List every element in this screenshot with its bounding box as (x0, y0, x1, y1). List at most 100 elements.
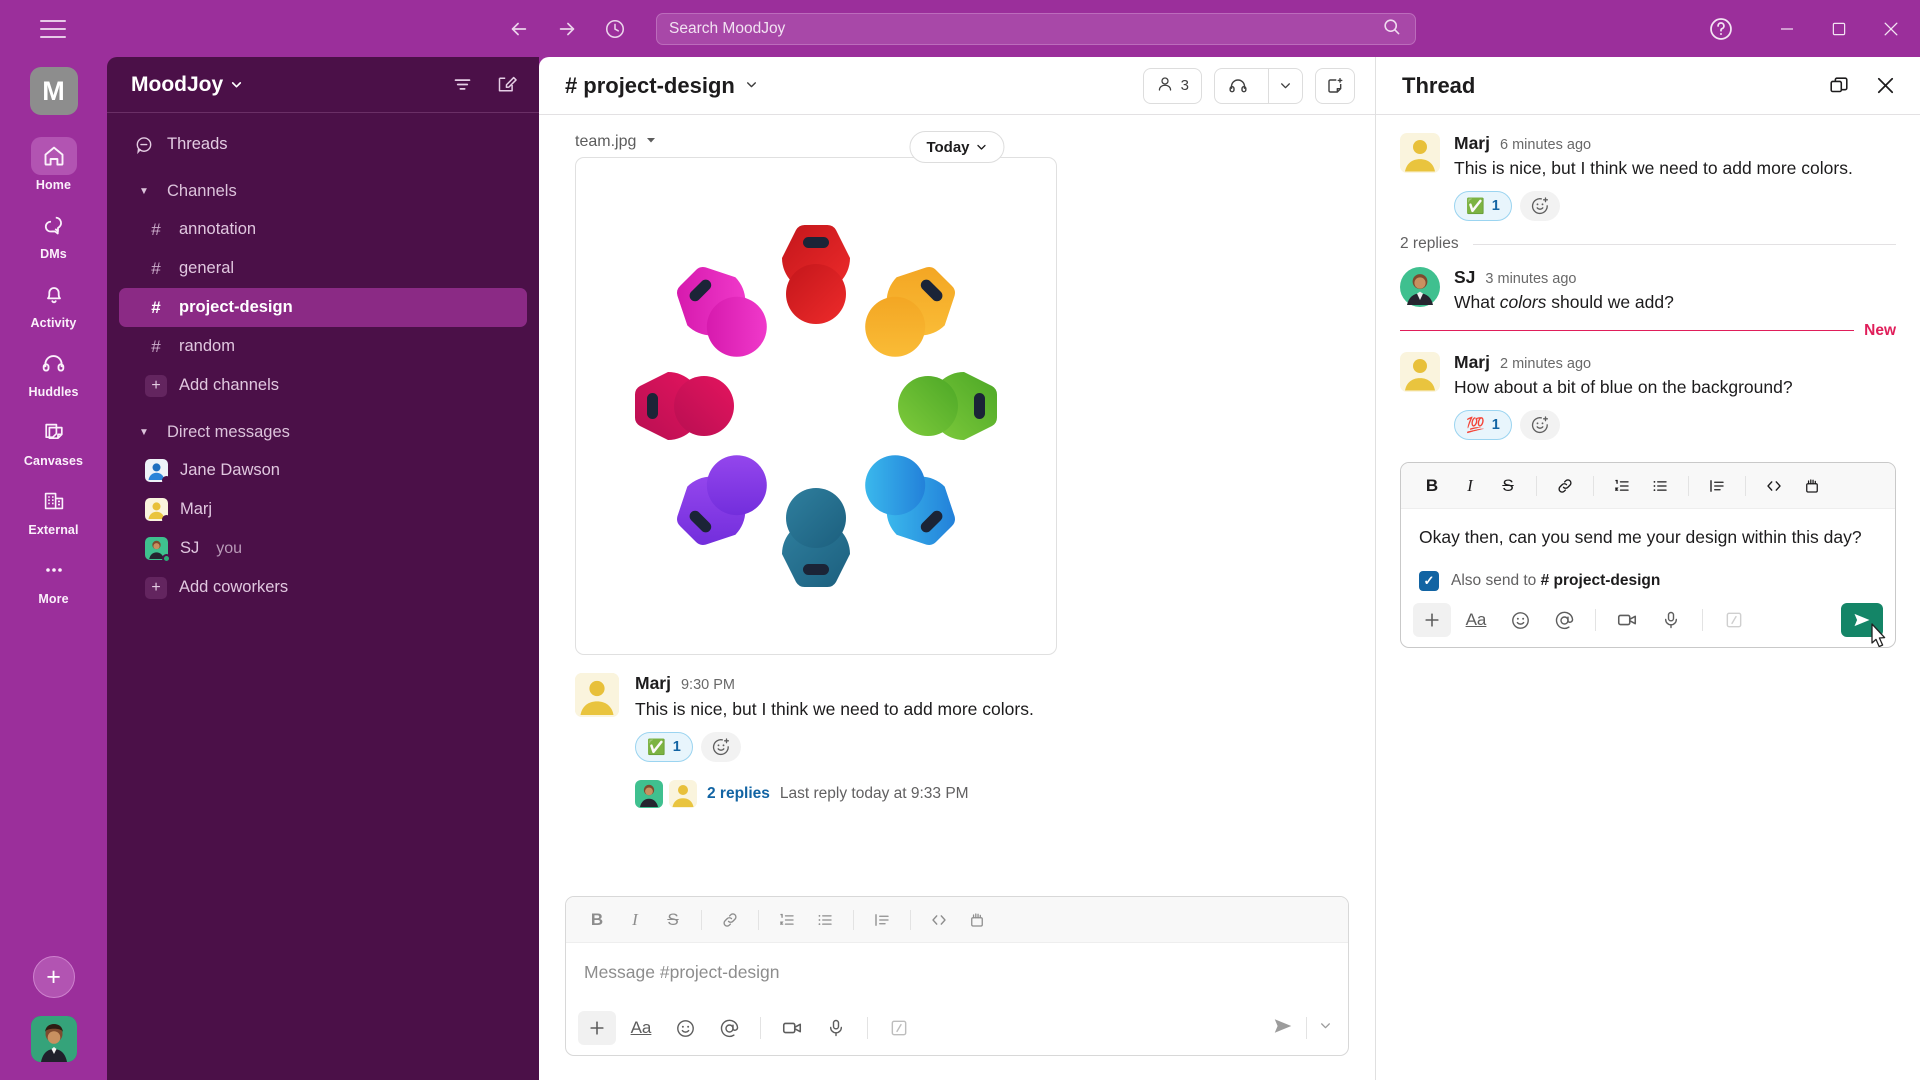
rail-item-huddles[interactable]: Huddles (15, 344, 93, 399)
help-circle-icon[interactable] (1698, 9, 1744, 49)
sidebar-item-marj[interactable]: Marj (119, 490, 527, 529)
add-canvas-icon[interactable] (1315, 67, 1355, 104)
message-list[interactable]: Today team.jpg Marj 9:30 PM This is nice… (539, 115, 1375, 890)
plus-icon[interactable] (578, 1011, 616, 1045)
maximize-icon[interactable] (1816, 9, 1862, 49)
sidebar-section-channels[interactable]: ▼ Channels (107, 172, 539, 210)
microphone-icon[interactable] (817, 1011, 855, 1045)
plus-icon[interactable] (1413, 603, 1451, 638)
add-reaction-icon[interactable] (700, 732, 741, 763)
rail-item-dms[interactable]: DMs (15, 206, 93, 261)
replies-count-label[interactable]: 2 replies (707, 785, 770, 803)
ordered-list-icon[interactable] (1605, 470, 1639, 502)
close-icon[interactable] (1868, 9, 1914, 49)
avatar[interactable] (1400, 133, 1440, 173)
also-send-checkbox[interactable]: ✓ (1419, 571, 1439, 592)
ordered-list-icon[interactable] (770, 904, 804, 936)
sidebar-section-direct-messages[interactable]: ▼ Direct messages (107, 413, 539, 451)
arrow-left-icon[interactable] (504, 14, 534, 44)
rail-item-canvases[interactable]: Canvases (15, 413, 93, 468)
minimize-icon[interactable] (1764, 9, 1810, 49)
send-button[interactable] (1841, 603, 1886, 648)
sidebar-item-add-coworkers[interactable]: + Add coworkers (119, 568, 527, 607)
video-icon[interactable] (1608, 603, 1646, 637)
thread-body[interactable]: Marj 6 minutes ago This is nice, but I t… (1376, 115, 1920, 1080)
new-item-button[interactable]: + (32, 956, 75, 998)
send-icon[interactable] (1272, 1015, 1294, 1042)
strikethrough-button[interactable]: S (656, 904, 690, 936)
workspace-switcher[interactable]: MoodJoy (131, 73, 243, 97)
avatar[interactable] (30, 1016, 77, 1062)
rail-item-activity[interactable]: Activity (15, 275, 93, 330)
blockquote-icon[interactable] (865, 904, 899, 936)
add-reaction-icon[interactable] (1519, 410, 1560, 441)
message-author[interactable]: Marj (1454, 352, 1490, 373)
chevron-down-icon[interactable] (1319, 1019, 1332, 1037)
at-icon[interactable] (710, 1011, 748, 1045)
bold-button[interactable]: B (580, 904, 614, 936)
sidebar-item-add-channels[interactable]: + Add channels (119, 366, 527, 405)
message-timestamp[interactable]: 9:30 PM (681, 677, 735, 693)
sidebar-item-general[interactable]: # general (119, 249, 527, 288)
also-send-row[interactable]: ✓ Also send to # project-design (1401, 567, 1895, 593)
code-icon[interactable] (1757, 470, 1791, 502)
rail-item-more[interactable]: More (15, 551, 93, 606)
rail-item-external[interactable]: External (15, 482, 93, 537)
sidebar-item-threads[interactable]: Threads (107, 125, 539, 164)
sidebar-scroll[interactable]: Threads ▼ Channels # annotation # genera… (107, 121, 539, 1080)
thread-message-input[interactable]: Okay then, can you send me your design w… (1401, 509, 1895, 567)
bulleted-list-icon[interactable] (1643, 470, 1677, 502)
chevron-down-icon[interactable] (1268, 68, 1302, 103)
message-author[interactable]: Marj (635, 673, 671, 694)
formatting-toggle[interactable]: Aa (1457, 603, 1495, 637)
rail-item-home[interactable]: Home (15, 137, 93, 192)
sidebar-item-random[interactable]: # random (119, 327, 527, 366)
clock-icon[interactable] (600, 14, 630, 44)
code-block-icon[interactable] (960, 904, 994, 936)
chevron-down-icon[interactable] (645, 133, 657, 151)
avatar[interactable] (575, 673, 619, 717)
link-icon[interactable] (1548, 470, 1582, 502)
reaction-check[interactable]: ✅ 1 (635, 732, 693, 763)
add-reaction-icon[interactable] (1519, 191, 1560, 222)
members-button[interactable]: 3 (1142, 67, 1202, 104)
filter-icon[interactable] (447, 70, 477, 100)
date-divider[interactable]: Today (909, 131, 1005, 163)
code-block-icon[interactable] (1795, 470, 1829, 502)
emoji-icon[interactable] (1501, 603, 1539, 637)
video-icon[interactable] (773, 1011, 811, 1045)
open-in-new-icon[interactable] (1824, 71, 1854, 101)
strikethrough-button[interactable]: S (1491, 470, 1525, 502)
message-author[interactable]: Marj (1454, 133, 1490, 154)
sidebar-item-sj[interactable]: SJ you (119, 529, 527, 568)
emoji-icon[interactable] (666, 1011, 704, 1045)
sidebar-item-annotation[interactable]: # annotation (119, 210, 527, 249)
bold-button[interactable]: B (1415, 470, 1449, 502)
message-timestamp[interactable]: 6 minutes ago (1500, 137, 1591, 153)
message-author[interactable]: SJ (1454, 267, 1475, 288)
formatting-toggle[interactable]: Aa (622, 1011, 660, 1045)
search-input[interactable]: Search MoodJoy (656, 12, 1416, 45)
close-icon[interactable] (1870, 71, 1900, 101)
thread-replies-link[interactable]: 2 replies Last reply today at 9:33 PM (635, 776, 1339, 812)
italic-button[interactable]: I (618, 904, 652, 936)
attachment-image[interactable] (575, 157, 1057, 655)
headphones-icon[interactable] (1215, 69, 1261, 103)
hamburger-icon[interactable] (40, 19, 66, 38)
message-timestamp[interactable]: 2 minutes ago (1500, 356, 1591, 372)
reaction-hundred[interactable]: 💯 1 (1454, 410, 1512, 441)
at-icon[interactable] (1545, 603, 1583, 637)
slash-icon[interactable] (880, 1011, 918, 1045)
message-input[interactable]: Message #project-design (566, 943, 1348, 1001)
sidebar-item-jane-dawson[interactable]: Jane Dawson (119, 451, 527, 490)
search-icon[interactable] (1382, 17, 1401, 41)
blockquote-icon[interactable] (1700, 470, 1734, 502)
microphone-icon[interactable] (1652, 603, 1690, 637)
reaction-check[interactable]: ✅ 1 (1454, 191, 1512, 222)
huddle-button[interactable] (1214, 67, 1303, 104)
page-title[interactable]: # project-design (565, 73, 758, 99)
compose-icon[interactable] (491, 70, 521, 100)
avatar[interactable] (1400, 351, 1440, 392)
code-icon[interactable] (922, 904, 956, 936)
arrow-right-icon[interactable] (552, 14, 582, 44)
